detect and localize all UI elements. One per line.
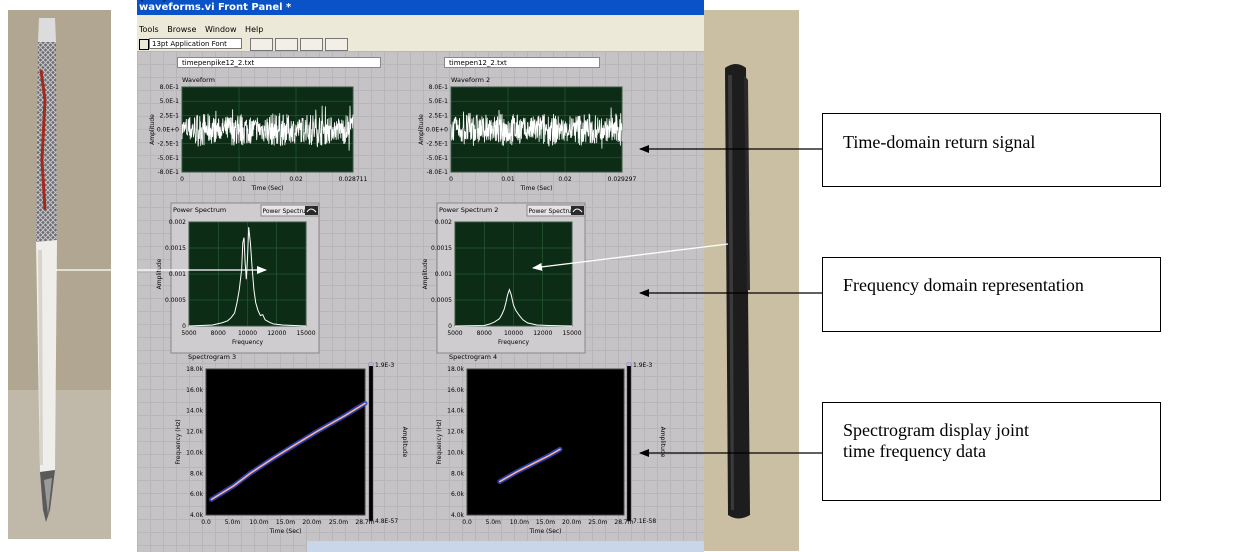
arrows-overlay xyxy=(56,145,822,457)
pointer-right-probe xyxy=(532,243,729,271)
